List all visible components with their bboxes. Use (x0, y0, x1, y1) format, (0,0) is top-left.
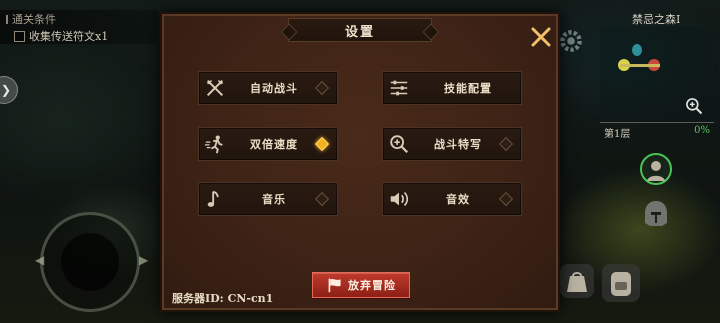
helmet-icon[interactable] (640, 198, 672, 230)
option-battle-closeup[interactable]: 战斗特写 (382, 127, 522, 161)
abandon-label: 放弃冒险 (348, 279, 396, 292)
zoom-in-icon[interactable] (684, 96, 704, 116)
virtual-joystick[interactable]: ◀ ▶ (35, 212, 148, 312)
running-icon (199, 127, 231, 161)
option-sound-effects[interactable]: 音效 (382, 182, 522, 216)
option-skill-config[interactable]: 技能配置 (382, 71, 522, 105)
crossed-axes-icon (199, 71, 231, 105)
toggle-indicator[interactable] (314, 80, 330, 96)
joystick-right-arrow-icon: ▶ (139, 253, 149, 267)
option-label: 音乐 (262, 193, 286, 206)
magnify-plus-icon (383, 127, 415, 161)
option-double-speed[interactable]: 双倍速度 (198, 127, 338, 161)
backpack-button[interactable] (602, 264, 640, 302)
close-icon (531, 27, 551, 47)
floor-indicator: 第1层 0% (600, 122, 714, 140)
option-label: 双倍速度 (250, 138, 298, 151)
zone-name: 禁忌之森I (632, 13, 681, 26)
quest-panel: 通关条件 收集传送符文x1 (0, 10, 158, 44)
option-music[interactable]: 音乐 (198, 182, 338, 216)
minimap-player-marker (632, 44, 642, 56)
option-label: 音效 (446, 193, 470, 206)
hero-portrait-button[interactable] (640, 153, 672, 185)
option-auto-battle[interactable]: 自动战斗 (198, 71, 338, 105)
item-bag-button[interactable] (560, 264, 594, 298)
abandon-adventure-button[interactable]: 放弃冒险 (312, 272, 410, 298)
quest-objective: 收集传送符文x1 (14, 28, 108, 44)
option-label: 自动战斗 (250, 82, 298, 95)
toggle-indicator[interactable] (498, 191, 514, 207)
dialog-title: 设置 (344, 24, 375, 40)
toggle-indicator[interactable] (498, 136, 514, 152)
dialog-title-banner: 设置 (288, 18, 432, 42)
quest-title: 通关条件 (6, 11, 56, 27)
music-note-icon (199, 182, 231, 216)
joystick-left-arrow-icon: ◀ (35, 253, 45, 267)
toggle-indicator[interactable] (314, 191, 330, 207)
floor-progress: 0% (694, 125, 710, 136)
toggle-indicator[interactable] (314, 136, 330, 152)
minimap-path (620, 64, 660, 67)
chevron-right-icon: ❯ (0, 83, 11, 97)
option-label: 技能配置 (444, 82, 492, 95)
close-button[interactable] (528, 24, 554, 50)
speaker-icon (383, 182, 415, 216)
quest-checkbox (14, 30, 25, 42)
quest-objective-text: 收集传送符文x1 (29, 30, 109, 43)
settings-dialog: 设置 自动战斗 技能配置 双倍速度 战斗特写 音乐 音效 服务器ID: CN-c… (160, 12, 560, 312)
server-id: 服务器ID: CN-cn1 (172, 292, 274, 305)
sliders-icon (383, 71, 415, 105)
flag-icon (328, 278, 341, 293)
option-label: 战斗特写 (434, 138, 482, 151)
gear-icon[interactable] (558, 28, 584, 54)
floor-label: 第1层 (604, 129, 631, 140)
